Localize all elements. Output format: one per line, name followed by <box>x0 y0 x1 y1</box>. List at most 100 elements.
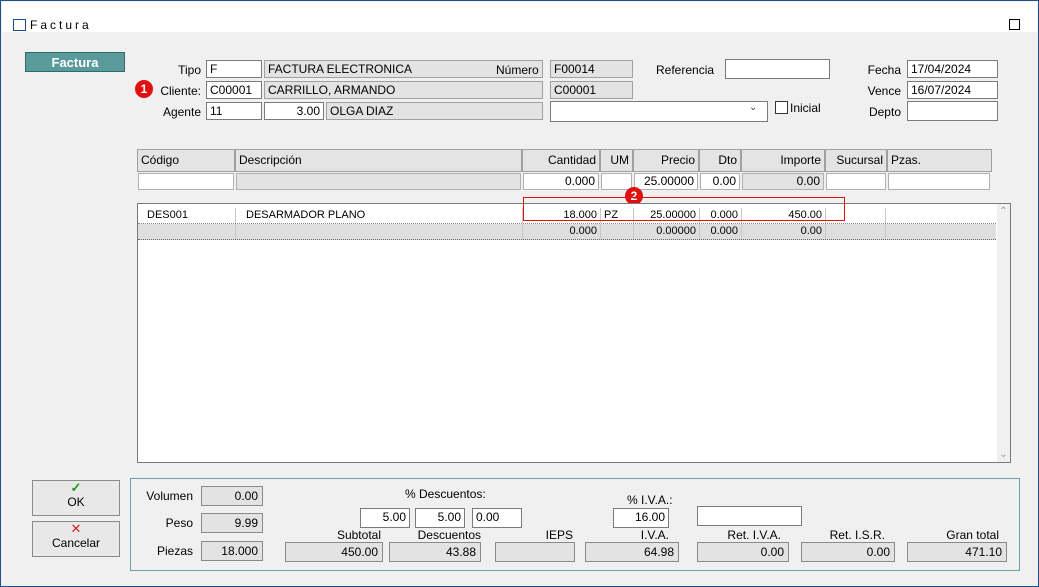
row-precio: 0.00000 <box>634 224 700 239</box>
tipo-code-field[interactable]: F <box>206 60 262 78</box>
entry-dto-input[interactable]: 0.00 <box>700 173 740 190</box>
chevron-down-icon[interactable]: ⌄ <box>749 102 757 113</box>
check-icon: ✓ <box>70 480 82 495</box>
descuentos-field: 43.88 <box>389 542 481 562</box>
ret-isr-label: Ret. I.S.R. <box>829 528 885 542</box>
window-icon <box>13 19 26 31</box>
ret-iva-label: Ret. I.V.A. <box>727 528 781 542</box>
scroll-up-icon[interactable]: ⌃ <box>997 206 1010 217</box>
fecha-label: Fecha <box>867 63 901 77</box>
ieps-field <box>495 542 575 562</box>
invoice-window: Factura Factura Tipo F FACTURA ELECTRONI… <box>0 0 1039 587</box>
items-grid[interactable]: DES001 DESARMADOR PLANO 18.000 PZ 25.000… <box>137 203 1011 463</box>
ok-button[interactable]: ✓ OK <box>32 480 120 516</box>
col-header-dto[interactable]: Dto <box>699 149 741 172</box>
vence-label: Vence <box>867 84 901 98</box>
subtotal-label: Subtotal <box>336 528 381 542</box>
peso-field: 9.99 <box>201 513 263 533</box>
ieps-label: IEPS <box>545 528 573 542</box>
highlight-box <box>523 197 845 221</box>
entry-um-input[interactable] <box>601 173 632 190</box>
descuentos-pct-label: % Descuentos: <box>405 487 486 501</box>
agente-pct-field[interactable]: 3.00 <box>264 102 324 120</box>
fecha-field[interactable]: 17/04/2024 <box>907 60 998 78</box>
referencia-label: Referencia <box>656 63 715 77</box>
cancel-button[interactable]: ✕ Cancelar <box>32 521 120 557</box>
col-header-pzas[interactable]: Pzas. <box>887 149 992 172</box>
depto-label: Depto <box>868 105 901 119</box>
col-header-importe[interactable]: Importe <box>741 149 825 172</box>
iva-pct-label: % I.V.A.: <box>627 493 673 507</box>
iva-field: 64.98 <box>585 542 679 562</box>
ok-label: OK <box>67 495 85 509</box>
peso-label: Peso <box>165 516 193 530</box>
cliente-name-field: CARRILLO, ARMANDO <box>264 81 543 99</box>
depto-field[interactable] <box>907 101 998 121</box>
row-pzas <box>886 208 996 223</box>
row-codigo: DES001 <box>144 208 236 223</box>
combo-select[interactable] <box>550 101 768 122</box>
iva-pct-input[interactable]: 16.00 <box>613 508 669 528</box>
row-um <box>601 224 634 239</box>
numero-sub-field: C00001 <box>550 81 633 99</box>
gran-total-label: Gran total <box>946 528 999 542</box>
row-importe: 0.00 <box>742 224 826 239</box>
piezas-label: Piezas <box>156 544 193 558</box>
descuento-2-input[interactable]: 5.00 <box>415 508 465 528</box>
cliente-label: Cliente: <box>160 84 201 98</box>
agente-name-field: OLGA DIAZ <box>326 102 543 120</box>
col-header-descripcion[interactable]: Descripción <box>235 149 522 172</box>
volumen-label: Volumen <box>146 489 193 503</box>
scroll-down-icon[interactable]: ⌄ <box>997 449 1010 460</box>
vence-field[interactable]: 16/07/2024 <box>907 81 998 99</box>
row-cantidad: 0.000 <box>523 224 601 239</box>
piezas-field: 18.000 <box>201 541 263 561</box>
factura-tab-button[interactable]: Factura <box>25 52 125 72</box>
close-icon: ✕ <box>70 521 82 536</box>
vertical-scrollbar[interactable]: ⌃ ⌄ <box>997 204 1010 462</box>
window-title: Factura <box>30 18 92 32</box>
descuento-3-input[interactable]: 0.00 <box>472 508 522 528</box>
extra-input[interactable] <box>697 506 802 526</box>
entry-sucursal-input[interactable] <box>826 173 886 190</box>
col-header-codigo[interactable]: Código <box>137 149 235 172</box>
descuento-1-input[interactable]: 5.00 <box>360 508 410 528</box>
row-descripcion: DESARMADOR PLANO <box>236 208 523 223</box>
iva-label: I.V.A. <box>640 528 669 542</box>
descuentos-label: Descuentos <box>417 528 481 542</box>
subtotal-field: 450.00 <box>285 542 383 562</box>
col-header-um[interactable]: UM <box>600 149 633 172</box>
gran-total-field: 471.10 <box>907 542 1007 562</box>
col-header-cantidad[interactable]: Cantidad <box>522 149 600 172</box>
cliente-code-field[interactable]: C00001 <box>206 81 262 99</box>
ret-isr-field: 0.00 <box>801 542 895 562</box>
title-bar: Factura <box>2 2 1037 32</box>
entry-codigo-input[interactable] <box>138 173 234 190</box>
maximize-button[interactable] <box>1009 19 1020 30</box>
agente-label: Agente <box>162 105 201 119</box>
entry-importe-field: 0.00 <box>742 173 824 190</box>
ret-iva-field: 0.00 <box>697 542 789 562</box>
table-row[interactable]: 0.000 0.00000 0.000 0.00 <box>138 224 996 240</box>
inicial-checkbox[interactable] <box>775 101 788 114</box>
volumen-field: 0.00 <box>201 486 263 506</box>
entry-precio-input[interactable]: 25.00000 <box>634 173 698 190</box>
col-header-sucursal[interactable]: Sucursal <box>825 149 887 172</box>
entry-pzas-input[interactable] <box>888 173 990 190</box>
row-descripcion <box>236 224 523 239</box>
agente-code-field[interactable]: 11 <box>206 102 262 120</box>
cancel-label: Cancelar <box>51 536 101 550</box>
entry-cantidad-input[interactable]: 0.000 <box>523 173 599 190</box>
row-dto: 0.000 <box>700 224 742 239</box>
row-pzas <box>886 224 996 239</box>
entry-descripcion-field <box>236 173 521 190</box>
tipo-label: Tipo <box>178 63 201 77</box>
row-codigo <box>144 224 236 239</box>
referencia-field[interactable] <box>725 59 830 79</box>
inicial-label: Inicial <box>790 101 821 115</box>
numero-field: F00014 <box>550 60 633 78</box>
row-sucursal <box>826 224 886 239</box>
col-header-precio[interactable]: Precio <box>633 149 699 172</box>
annotation-marker-1: 1 <box>135 80 153 98</box>
numero-label: Número <box>496 63 539 77</box>
